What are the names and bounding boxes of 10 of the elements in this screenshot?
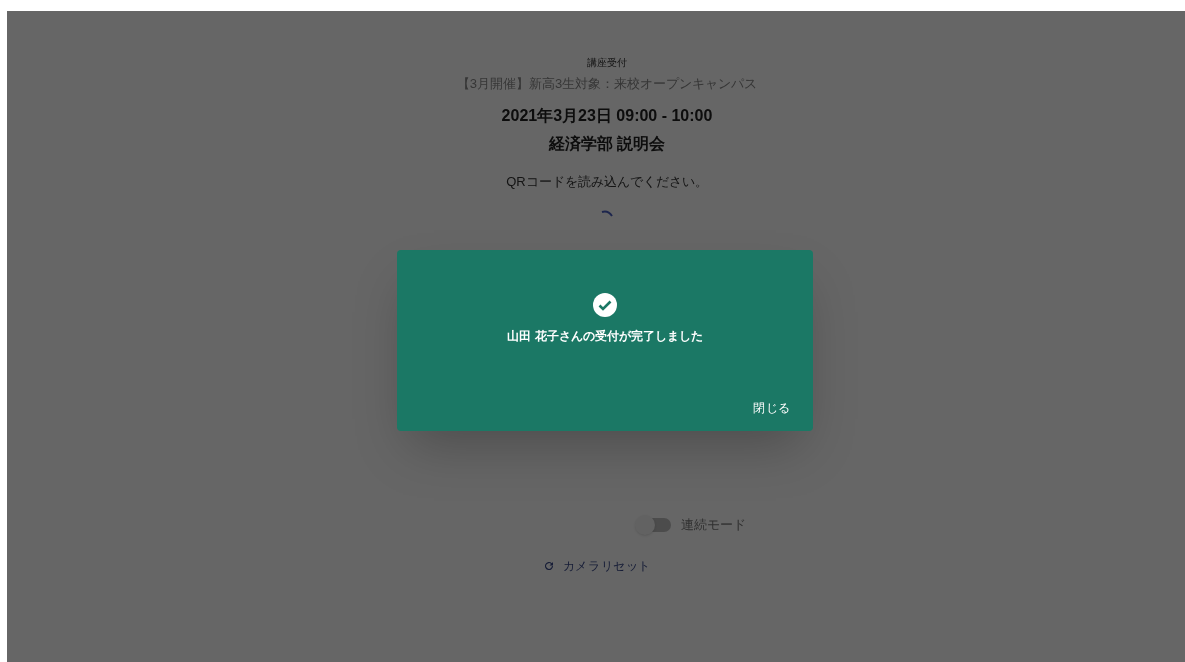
- check-circle-icon: [593, 293, 617, 317]
- section-label: 講座受付: [587, 56, 627, 70]
- toggle-switch[interactable]: [637, 516, 673, 533]
- close-button[interactable]: 閉じる: [745, 395, 799, 421]
- camera-reset-button[interactable]: カメラリセット: [542, 556, 652, 575]
- instruction-text: QRコードを読み込んでください。: [506, 172, 708, 191]
- event-datetime: 2021年3月23日 09:00 - 10:00: [501, 105, 713, 126]
- success-message: 山田 花子さんの受付が完了しました: [507, 328, 703, 345]
- refresh-icon: [542, 559, 555, 572]
- session-name: 経済学部 説明会: [548, 133, 666, 154]
